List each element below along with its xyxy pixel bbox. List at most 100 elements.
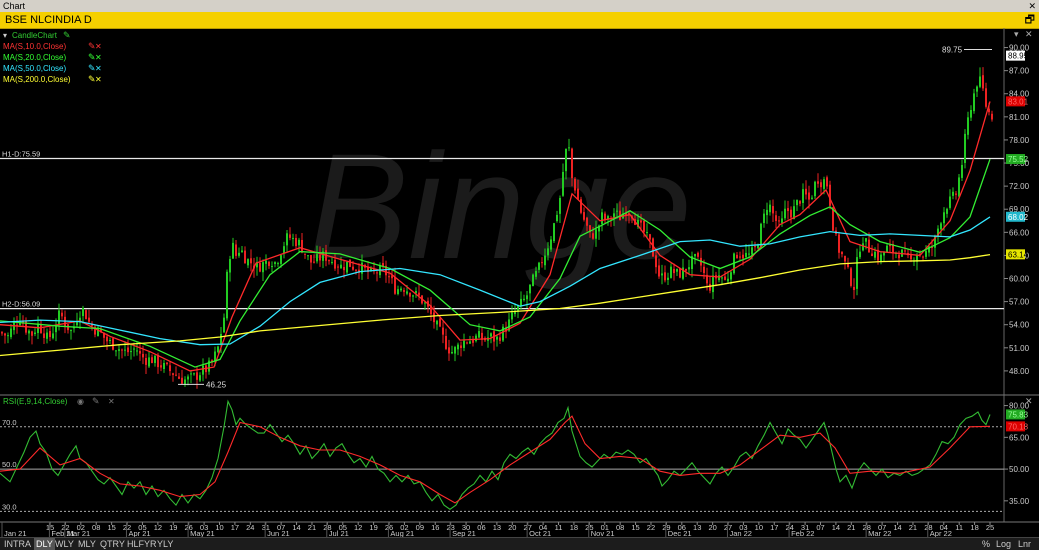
candle-body: [214, 351, 216, 362]
candle-body: [418, 292, 420, 296]
candle-body: [541, 262, 543, 264]
x-month-label: Apr 22: [930, 529, 952, 537]
candle-body: [178, 376, 180, 379]
candle-body: [694, 253, 696, 257]
last-value-label: 75.52: [1008, 155, 1029, 164]
candle-body: [574, 178, 576, 191]
timeframe-wly[interactable]: WLY: [55, 538, 74, 550]
candle-body: [904, 250, 906, 252]
scale-button-1[interactable]: Log: [996, 538, 1011, 550]
candle-body: [277, 263, 279, 265]
candle-body: [163, 362, 165, 370]
candle-body: [43, 333, 45, 338]
candle-body: [664, 272, 666, 281]
timeframe-dly[interactable]: DLY: [34, 538, 55, 550]
close-icon[interactable]: ✕: [1028, 0, 1036, 12]
timeframe-intra[interactable]: INTRA: [4, 538, 31, 550]
candle-body: [961, 164, 963, 178]
candle-body: [718, 275, 720, 281]
x-month-label: Sep 21: [452, 529, 476, 537]
candle-body: [397, 289, 399, 295]
candle-body: [469, 341, 471, 344]
candle-body: [958, 177, 960, 197]
candle-body: [229, 259, 231, 273]
last-value-label: 63.14: [1008, 250, 1029, 259]
candle-body: [157, 354, 159, 368]
candle-body: [538, 262, 540, 270]
candle-body: [976, 86, 978, 92]
candle-body: [550, 239, 552, 250]
timeframe-mly[interactable]: MLY: [78, 538, 96, 550]
candle-body: [1, 332, 3, 334]
candle-body: [466, 342, 468, 344]
candle-body: [46, 332, 48, 339]
timeframe-qtry[interactable]: QTRY: [100, 538, 125, 550]
last-value-label: 70.18: [1008, 422, 1029, 431]
candle-body: [991, 113, 993, 120]
candle-body: [355, 269, 357, 271]
candle-body: [88, 317, 90, 322]
candle-body: [4, 333, 6, 336]
candle-body: [289, 234, 291, 238]
candle-body: [982, 75, 984, 89]
candle-body: [583, 212, 585, 220]
scale-button-0[interactable]: %: [982, 538, 990, 550]
candle-body: [940, 223, 942, 230]
candle-body: [769, 204, 771, 213]
candle-body: [616, 210, 618, 212]
candle-body: [31, 331, 33, 336]
candle-body: [586, 217, 588, 226]
candle-body: [451, 352, 453, 354]
candle-body: [454, 347, 456, 354]
x-day-label: 12: [354, 523, 362, 532]
rsi-level-label: 70.0: [2, 418, 17, 427]
chart-area[interactable]: Binge90.0087.0084.0081.0078.0075.0072.00…: [0, 28, 1039, 537]
candle-body: [532, 274, 534, 287]
candle-body: [730, 272, 732, 280]
scale-button-2[interactable]: Lnr: [1018, 538, 1031, 550]
candle-body: [748, 253, 750, 255]
candle-body: [286, 233, 288, 246]
candle-body: [217, 346, 219, 353]
candle-body: [445, 335, 447, 349]
candle-body: [922, 256, 924, 258]
candle-body: [496, 336, 498, 340]
candle-body: [70, 330, 72, 332]
candle-body: [898, 254, 900, 259]
x-day-label: 20: [508, 523, 516, 532]
x-day-label: 22: [647, 523, 655, 532]
x-month-label: Oct 21: [529, 529, 551, 537]
candle-body: [745, 252, 747, 257]
timeframe-hlfyr[interactable]: HLFYR: [127, 538, 157, 550]
panel-close-icon: ✕: [1025, 29, 1033, 39]
timeframe-yly[interactable]: YLY: [157, 538, 173, 550]
x-day-label: 25: [986, 523, 994, 532]
y-tick-label: 81.00: [1009, 113, 1030, 122]
x-month-label: Jul 21: [329, 529, 349, 537]
x-day-label: 15: [107, 523, 115, 532]
candle-body: [139, 350, 141, 354]
candle-body: [787, 208, 789, 212]
price-panel: Binge90.0087.0084.0081.0078.0075.0072.00…: [0, 28, 1039, 523]
candle-body: [880, 254, 882, 262]
rsi-y-tick-label: 50.00: [1009, 465, 1030, 474]
x-axis: 15 22 02 08 15 22 05 12 19 26 03 10 17 24 31 07 14 21 28 05…: [1, 522, 994, 537]
candle-body: [55, 326, 57, 333]
candle-body: [970, 110, 972, 118]
y-tick-label: 87.00: [1009, 67, 1030, 76]
annotation-high: 89.75: [942, 45, 963, 54]
window-title: Chart: [3, 1, 26, 11]
y-tick-label: 60.00: [1009, 275, 1030, 284]
candle-body: [592, 233, 594, 239]
x-day-label: 08: [616, 523, 624, 532]
candle-body: [244, 250, 246, 264]
candle-body: [394, 276, 396, 294]
candle-body: [478, 331, 480, 338]
candle-body: [133, 348, 135, 350]
x-day-label: 21: [847, 523, 855, 532]
horizontal-line-label: H1-D:75.59: [2, 149, 40, 158]
restore-icon[interactable]: 🗗: [1025, 12, 1035, 28]
candle-body: [343, 266, 345, 271]
candle-body: [160, 365, 162, 368]
candle-body: [667, 277, 669, 280]
